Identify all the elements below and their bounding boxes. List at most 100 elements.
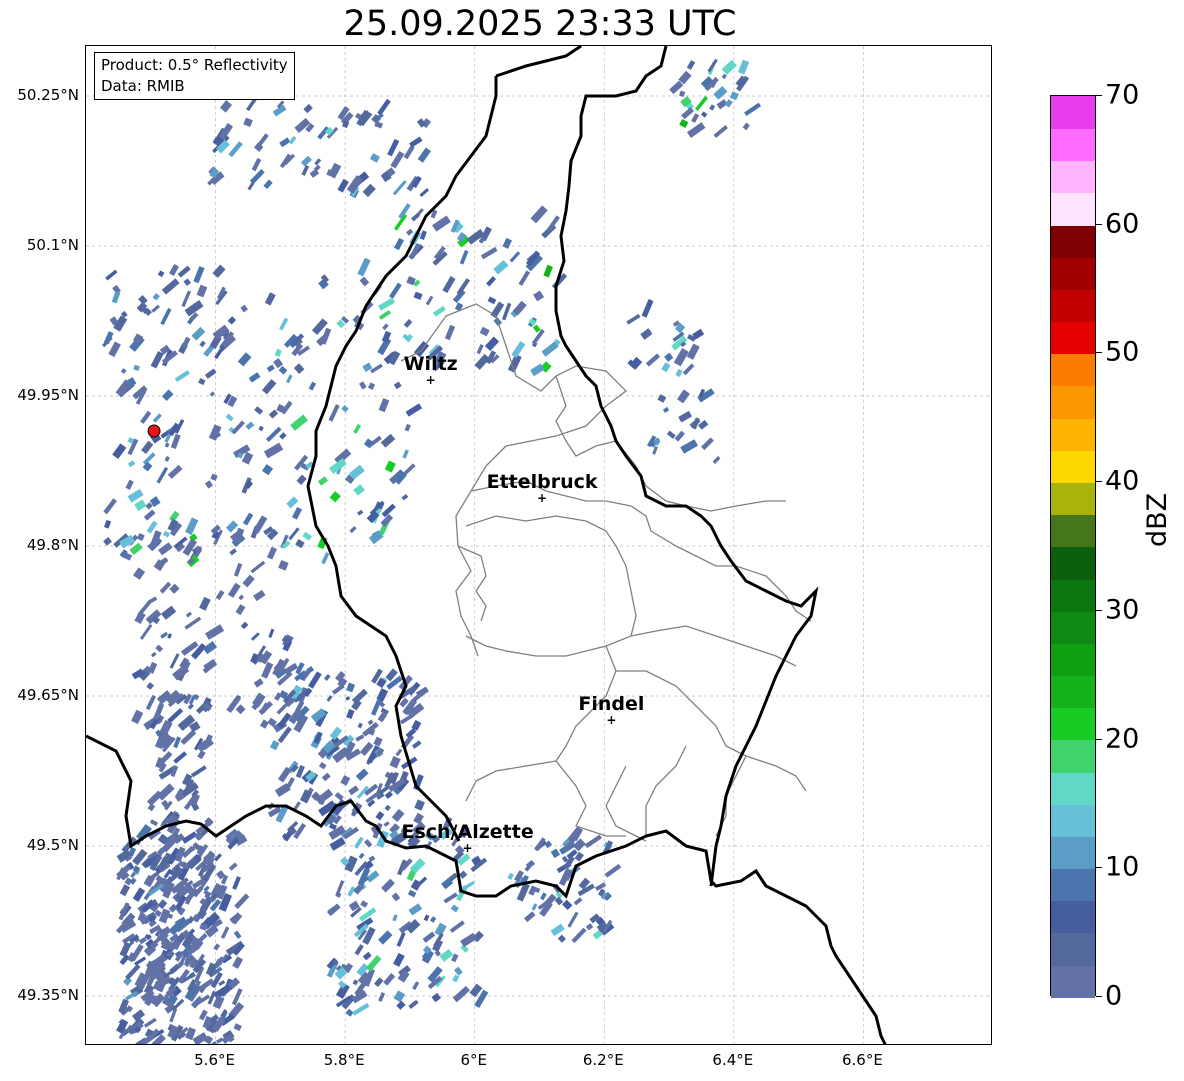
echo-cell: [370, 363, 383, 374]
echo-cell: [382, 323, 389, 331]
echo-cell: [594, 882, 607, 891]
echo-cell: [119, 941, 132, 958]
echo-cell: [480, 246, 498, 260]
echo-cell: [459, 250, 469, 265]
echo-cell: [729, 91, 739, 101]
echo-cell: [199, 596, 211, 611]
echo-cell: [119, 884, 131, 897]
chart-title: 25.09.2025 23:33 UTC: [343, 4, 737, 44]
echo-cell: [231, 988, 243, 1006]
echo-cell: [359, 381, 367, 390]
echo-cell: [152, 292, 160, 301]
echo-cell: [303, 103, 313, 114]
colorbar-segment: [1051, 900, 1095, 934]
echo-cell: [380, 433, 396, 448]
data-source-label: Data: RMIB: [101, 77, 185, 95]
echo-cell: [159, 581, 172, 594]
echo-cell: [353, 484, 365, 496]
echo-cell: [161, 278, 180, 295]
echo-cell: [405, 403, 423, 417]
echo-cell: [340, 775, 351, 786]
city-marker: +: [426, 373, 436, 387]
echo-cell: [657, 394, 667, 403]
echo-cell: [345, 695, 351, 701]
colorbar-segment: [1051, 643, 1095, 677]
echo-cell: [354, 944, 364, 956]
echo-cell: [157, 270, 165, 278]
echo-cell: [146, 682, 155, 690]
echo-cell: [286, 496, 299, 509]
echo-cell: [233, 562, 243, 577]
lat-tick-label: 49.5°N: [26, 836, 79, 854]
echo-cell: [232, 956, 244, 969]
echo-cell: [143, 509, 156, 521]
colorbar-tick-label: 10: [1105, 851, 1140, 883]
echo-cell: [393, 990, 406, 1003]
echo-cell: [235, 704, 246, 715]
echo-cell: [567, 911, 579, 928]
echo-cell: [242, 512, 254, 526]
colorbar-tick: [1096, 95, 1102, 96]
colorbar-segment: [1051, 739, 1095, 773]
echo-cell: [357, 722, 363, 729]
colorbar-tick-label: 30: [1105, 594, 1140, 626]
echo-cell: [136, 533, 145, 541]
echo-cell: [268, 628, 275, 639]
echo-cell: [213, 943, 221, 951]
echo-cell: [584, 834, 603, 849]
echo-cell: [460, 932, 478, 948]
echo-cell: [666, 430, 676, 439]
lon-tick-label: 5.8°E: [323, 1051, 365, 1069]
echo-cell: [449, 920, 465, 933]
echo-cell: [373, 736, 383, 747]
echo-cell: [641, 299, 654, 318]
echo-cell: [139, 623, 153, 640]
echo-cell: [433, 305, 446, 317]
echo-cell: [737, 59, 750, 75]
echo-cell: [296, 474, 307, 486]
echo-cell: [185, 611, 193, 618]
radar-map[interactable]: + Wiltz + Ettelbruck + Findel + Esch/Alzette: [85, 45, 992, 1045]
echo-cell: [392, 180, 407, 196]
echo-cell: [487, 296, 497, 305]
colorbar-segment: [1051, 803, 1095, 837]
echo-cell: [673, 348, 689, 367]
echo-cell: [214, 853, 223, 862]
echo-cell: [410, 879, 422, 891]
echo-cell: [389, 282, 402, 299]
echo-cell: [269, 740, 280, 751]
colorbar-tick: [1096, 996, 1102, 997]
echo-cell: [290, 414, 308, 431]
echo-cell: [233, 1023, 242, 1032]
echo-cell: [367, 382, 376, 390]
echo-cell: [355, 768, 369, 781]
echo-cell: [278, 560, 289, 571]
echo-cell: [394, 237, 404, 251]
echo-cell: [264, 292, 276, 306]
echo-cell: [378, 297, 396, 311]
echo-cell: [661, 362, 671, 373]
echo-cell: [212, 264, 226, 278]
echo-cell: [701, 437, 714, 451]
echo-cell: [125, 479, 134, 490]
echo-cell: [384, 790, 393, 800]
echo-cell: [132, 887, 146, 902]
product-label: Product: 0.5° Reflectivity: [101, 56, 288, 74]
echo-cell: [419, 230, 427, 241]
echo-cell: [712, 455, 721, 464]
echo-cell: [104, 519, 112, 529]
echo-cell: [149, 819, 159, 827]
echo-cell: [248, 372, 261, 383]
echo-cell: [145, 694, 157, 711]
echo-cell: [323, 674, 331, 681]
echo-cell: [279, 317, 289, 331]
echo-cell: [288, 135, 297, 145]
echo-cell: [191, 765, 207, 778]
echo-cell: [266, 364, 275, 373]
echo-cell: [127, 460, 136, 468]
lon-tick-label: 6.4°E: [712, 1051, 754, 1069]
info-box: Product: 0.5° Reflectivity Data: RMIB: [94, 52, 295, 100]
echo-cell: [103, 498, 117, 515]
echo-cell: [376, 688, 389, 703]
echo-cell: [231, 420, 245, 435]
